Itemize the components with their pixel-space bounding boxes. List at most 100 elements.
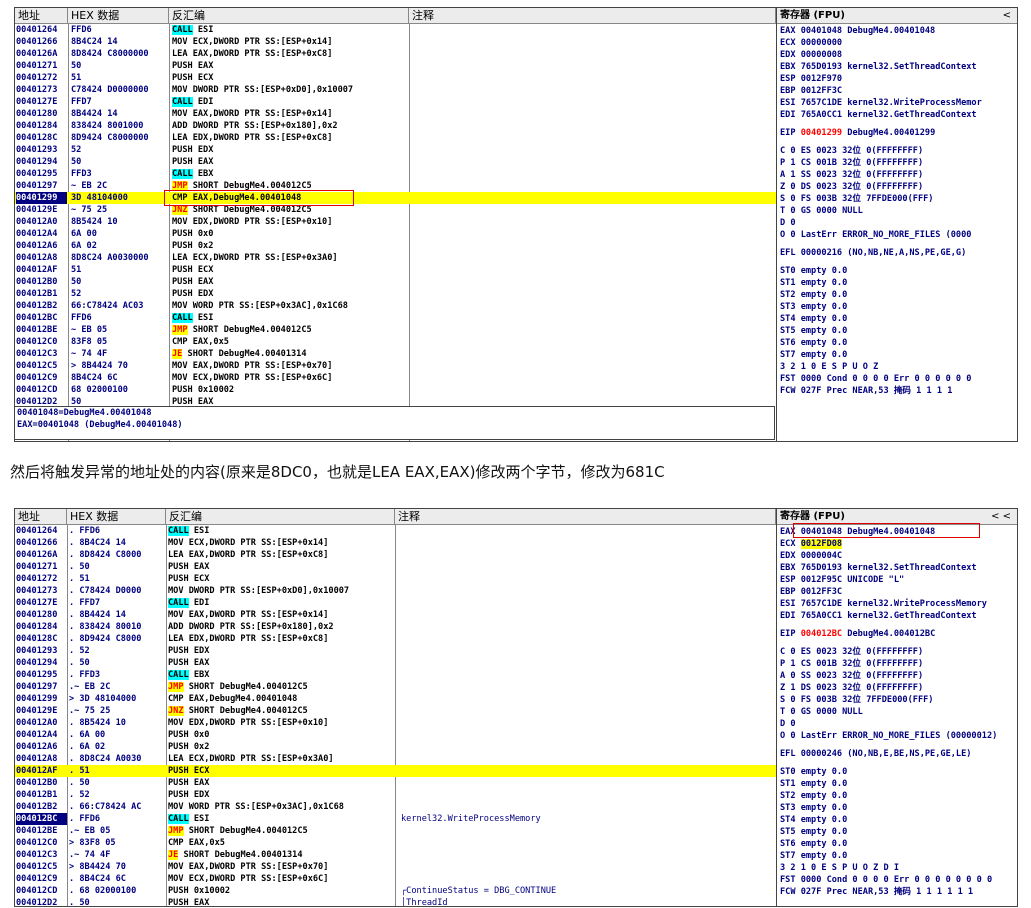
col-comment[interactable]: 注释 xyxy=(409,8,776,23)
register-line[interactable]: ECX 0012FD08 xyxy=(780,538,1017,550)
table-row[interactable]: 004012A4 6A 00 PUSH 0x0 xyxy=(15,228,776,240)
register-line[interactable]: EFL 00000246 (NO,NB,E,BE,NS,PE,GE,LE) xyxy=(780,748,1017,760)
table-row[interactable]: 004012BC FFD6 CALL ESI xyxy=(15,312,776,324)
register-line[interactable]: S 0 FS 003B 32位 7FFDE000(FFF) xyxy=(780,193,1017,205)
table-row[interactable]: 00401273 C78424 D0000000 MOV DWORD PTR SS:… xyxy=(15,84,776,96)
table-row[interactable]: 00401280 8B4424 14 MOV EAX,DWORD PTR SS:[E… xyxy=(15,108,776,120)
nav-arrow-icon[interactable]: < xyxy=(1003,8,1011,23)
register-line[interactable]: ST6 empty 0.0 xyxy=(780,337,1017,349)
table-row[interactable]: 0040129E .~ 75 25 JNZ SHORT DebugMe4.00401… xyxy=(15,705,776,717)
table-row[interactable]: 0040129E ~ 75 25 JNZ SHORT DebugMe4.004012… xyxy=(15,204,776,216)
table-row[interactable]: 004012AF. 51 PUSH ECX xyxy=(15,765,776,777)
table-row[interactable]: 00401284 . 838424 80010 ADD DWORD PTR SS:[… xyxy=(15,621,776,633)
register-line[interactable]: ESI 7657C1DE kernel32.WriteProcessMemor xyxy=(780,97,1017,109)
table-row[interactable]: 004012B1 . 52 PUSH EDX xyxy=(15,789,776,801)
table-row[interactable]: 004012C5 > 8B4424 70 MOV EAX,DWORD PTR SS:… xyxy=(15,360,776,372)
nav-arrow-icon[interactable]: < < xyxy=(991,509,1011,524)
table-row[interactable]: 004012A6 6A 02 PUSH 0x2 xyxy=(15,240,776,252)
table-row[interactable]: 00401273 . C78424 D0000 MOV DWORD PTR SS:[… xyxy=(15,585,776,597)
table-row[interactable]: 004012C3 .~ 74 4F JE SHORT DebugMe4.004013… xyxy=(15,849,776,861)
table-row[interactable]: 004012A0 8B5424 10 MOV EDX,DWORD PTR SS:[E… xyxy=(15,216,776,228)
col-address[interactable]: 地址 xyxy=(15,509,67,524)
register-line[interactable]: ST7 empty 0.0 xyxy=(780,349,1017,361)
table-row[interactable]: 004012A8 8D8C24 A0030000 LEA ECX,DWORD PTR… xyxy=(15,252,776,264)
register-line[interactable]: ESI 7657C1DE kernel32.WriteProcessMemory xyxy=(780,598,1017,610)
col-hex[interactable]: HEX 数据 xyxy=(68,8,169,23)
register-line[interactable]: EBX 765D0193 kernel32.SetThreadContext xyxy=(780,562,1017,574)
register-line[interactable]: EIP 004012BC DebugMe4.004012BC xyxy=(780,628,1017,640)
register-line[interactable]: T 0 GS 0000 NULL xyxy=(780,706,1017,718)
register-line[interactable]: P 1 CS 001B 32位 0(FFFFFFFF) xyxy=(780,157,1017,169)
table-row[interactable]: 004012A4 . 6A 00 PUSH 0x0 xyxy=(15,729,776,741)
register-line[interactable]: ST2 empty 0.0 xyxy=(780,790,1017,802)
table-row[interactable]: 00401280 . 8B4424 14 MOV EAX,DWORD PTR SS:… xyxy=(15,609,776,621)
register-line[interactable]: ST1 empty 0.0 xyxy=(780,778,1017,790)
table-row[interactable]: 00401297 ~ EB 2C JMP SHORT DebugMe4.004012… xyxy=(15,180,776,192)
register-line[interactable]: EBP 0012FF3C xyxy=(780,586,1017,598)
register-line[interactable]: FST 0000 Cond 0 0 0 0 Err 0 0 0 0 0 0 xyxy=(780,373,1017,385)
table-row[interactable]: 00401293 52 PUSH EDX xyxy=(15,144,776,156)
table-row[interactable]: 00401297 .~ EB 2C JMP SHORT DebugMe4.00401… xyxy=(15,681,776,693)
table-row[interactable]: 00401294 50 PUSH EAX xyxy=(15,156,776,168)
register-line[interactable]: A 1 SS 0023 32位 0(FFFFFFFF) xyxy=(780,169,1017,181)
register-line[interactable]: T 0 GS 0000 NULL xyxy=(780,205,1017,217)
table-row[interactable]: 00401299 3D 48104000 CMP EAX,DebugMe4.0040… xyxy=(15,192,776,204)
register-line[interactable]: ESP 0012F95C UNICODE "L" xyxy=(780,574,1017,586)
table-row[interactable]: 00401294 . 50 PUSH EAX xyxy=(15,657,776,669)
register-line[interactable]: EDX 0000004C xyxy=(780,550,1017,562)
registers-pane-top[interactable]: 寄存器 (FPU) < EAX 00401048 DebugMe4.0040104… xyxy=(776,7,1018,442)
register-line[interactable]: Z 0 DS 0023 32位 0(FFFFFFFF) xyxy=(780,181,1017,193)
register-line[interactable]: ST2 empty 0.0 xyxy=(780,289,1017,301)
register-line[interactable]: FCW 027F Prec NEAR,53 掩码 1 1 1 1 1 1 xyxy=(780,886,1017,898)
register-line[interactable]: ECX 00000000 xyxy=(780,37,1017,49)
register-line[interactable]: ST0 empty 0.0 xyxy=(780,265,1017,277)
table-row[interactable]: 004012AF 51 PUSH ECX xyxy=(15,264,776,276)
table-row[interactable]: 0040126A . 8D8424 C8000 LEA EAX,DWORD PTR … xyxy=(15,549,776,561)
register-line[interactable]: FST 0000 Cond 0 0 0 0 Err 0 0 0 0 0 0 0 … xyxy=(780,874,1017,886)
register-line[interactable]: P 1 CS 001B 32位 0(FFFFFFFF) xyxy=(780,658,1017,670)
table-row[interactable]: 004012C0 > 83F8 05 CMP EAX,0x5 xyxy=(15,837,776,849)
register-line[interactable]: EDX 00000008 xyxy=(780,49,1017,61)
register-line[interactable]: C 0 ES 0023 32位 0(FFFFFFFF) xyxy=(780,646,1017,658)
table-row[interactable]: 00401264 . FFD6 CALL ESI xyxy=(15,525,776,537)
table-row[interactable]: 0040128C 8D9424 C8000000 LEA EDX,DWORD PTR… xyxy=(15,132,776,144)
table-row[interactable]: 004012A8 . 8D8C24 A0030 LEA ECX,DWORD PTR … xyxy=(15,753,776,765)
table-row[interactable]: 004012B2 66:C78424 AC03 MOV WORD PTR SS:[E… xyxy=(15,300,776,312)
table-row[interactable]: 004012CD 68 02000100 PUSH 0x10002 xyxy=(15,384,776,396)
table-row[interactable]: 004012C0 83F8 05 CMP EAX,0x5 xyxy=(15,336,776,348)
table-row[interactable]: 00401295 FFD3 CALL EBX xyxy=(15,168,776,180)
table-row[interactable]: 0040127E FFD7 CALL EDI xyxy=(15,96,776,108)
table-row[interactable]: 004012B1 52 PUSH EDX xyxy=(15,288,776,300)
register-line[interactable]: C 0 ES 0023 32位 0(FFFFFFFF) xyxy=(780,145,1017,157)
register-line[interactable]: ST1 empty 0.0 xyxy=(780,277,1017,289)
table-row[interactable]: 00401284 838424 8001000 ADD DWORD PTR SS:[… xyxy=(15,120,776,132)
register-line[interactable]: EIP 00401299 DebugMe4.00401299 xyxy=(780,127,1017,139)
table-row[interactable]: 004012CD . 68 02000100 PUSH 0x10002 ┌Contin… xyxy=(15,885,776,897)
register-line[interactable]: EBP 0012FF3C xyxy=(780,85,1017,97)
table-row[interactable]: 00401293 . 52 PUSH EDX xyxy=(15,645,776,657)
table-row[interactable]: 004012A6 . 6A 02 PUSH 0x2 xyxy=(15,741,776,753)
table-row[interactable]: 004012C9 8B4C24 6C MOV ECX,DWORD PTR SS:[E… xyxy=(15,372,776,384)
table-row[interactable]: 004012D2 . 50 PUSH EAX │ThreadId xyxy=(15,897,776,906)
table-row[interactable]: 004012BE .~ EB 05 JMP SHORT DebugMe4.00401… xyxy=(15,825,776,837)
register-line[interactable]: ST4 empty 0.0 xyxy=(780,814,1017,826)
register-line[interactable]: ST5 empty 0.0 xyxy=(780,325,1017,337)
col-disasm[interactable]: 反汇编 xyxy=(169,8,409,23)
register-line[interactable]: EBX 765D0193 kernel32.SetThreadContext xyxy=(780,61,1017,73)
table-row[interactable]: 004012C9 . 8B4C24 6C MOV ECX,DWORD PTR SS:… xyxy=(15,873,776,885)
col-comment[interactable]: 注释 xyxy=(395,509,776,524)
table-row[interactable]: 004012BC. FFD6 CALL ESI kernel32.WriteProc… xyxy=(15,813,776,825)
register-line[interactable]: ST3 empty 0.0 xyxy=(780,301,1017,313)
register-line[interactable]: D 0 xyxy=(780,718,1017,730)
table-row[interactable]: 00401264 FFD6 CALL ESI xyxy=(15,24,776,36)
table-row[interactable]: 004012C3 ~ 74 4F JE SHORT DebugMe4.0040131… xyxy=(15,348,776,360)
register-line[interactable]: ST4 empty 0.0 xyxy=(780,313,1017,325)
register-line[interactable]: O 0 LastErr ERROR_NO_MORE_FILES (0000001… xyxy=(780,730,1017,742)
register-line[interactable]: D 0 xyxy=(780,217,1017,229)
table-row[interactable]: 0040126A 8D8424 C8000000 LEA EAX,DWORD PTR… xyxy=(15,48,776,60)
disassembly-pane-top[interactable]: 地址 HEX 数据 反汇编 注释 00401264 FFD6 CALL ESI 004… xyxy=(14,7,777,442)
table-row[interactable]: 004012B2 . 66:C78424 AC MOV WORD PTR SS:[E… xyxy=(15,801,776,813)
register-line[interactable]: FCW 027F Prec NEAR,53 掩码 1 1 1 1 xyxy=(780,385,1017,397)
table-row[interactable]: 004012C5 > 8B4424 70 MOV EAX,DWORD PTR SS:… xyxy=(15,861,776,873)
table-row[interactable]: 0040127E . FFD7 CALL EDI xyxy=(15,597,776,609)
